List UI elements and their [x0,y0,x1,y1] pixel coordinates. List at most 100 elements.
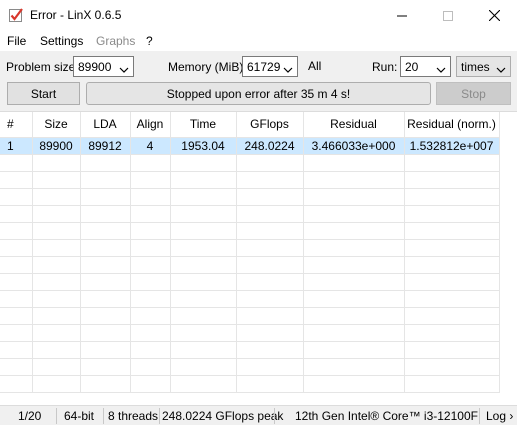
empty-table-cell [404,256,500,274]
empty-table-cell [404,239,500,257]
empty-table-row [0,324,500,342]
column-header[interactable]: GFlops [236,112,304,138]
empty-table-cell [32,341,81,359]
title-bar[interactable]: Error - LinX 0.6.5 [0,0,517,31]
empty-table-cell [303,222,405,240]
empty-table-cell [80,154,131,172]
empty-table-cell [236,222,304,240]
empty-table-cell [80,188,131,206]
empty-table-cell [130,290,171,308]
column-header[interactable]: Align [130,112,171,138]
empty-table-cell [80,171,131,189]
empty-table-row [0,222,500,240]
empty-table-cell [170,324,237,342]
empty-table-cell [32,273,81,291]
menu-settings[interactable]: Settings [40,34,83,48]
empty-table-cell [0,205,33,223]
empty-table-cell [0,239,33,257]
stop-button[interactable]: Stop [436,82,511,105]
empty-table-cell [32,375,81,393]
empty-table-cell [32,358,81,376]
empty-table-cell [0,290,33,308]
arch-info: 64-bit [64,409,95,423]
close-button[interactable] [471,0,517,31]
empty-table-row [0,154,500,172]
empty-table-cell [80,324,131,342]
empty-table-cell [404,324,500,342]
column-header[interactable]: LDA [80,112,131,138]
menu-file[interactable]: File [7,34,26,48]
close-icon [488,10,500,21]
start-button[interactable]: Start [7,82,80,105]
divider [274,408,275,424]
divider [103,408,104,424]
run-count-select[interactable]: 20 [400,56,451,77]
empty-table-cell [170,290,237,308]
empty-table-row [0,358,500,376]
empty-table-cell [80,205,131,223]
empty-table-cell [130,256,171,274]
empty-table-cell [404,222,500,240]
empty-table-cell [404,188,500,206]
empty-table-cell [130,205,171,223]
maximize-button[interactable] [425,0,471,31]
table-row[interactable]: 1 89900 89912 4 1953.04 248.0224 3.46603… [0,137,500,155]
problem-size-value: 89900 [78,60,112,74]
control-panel: Problem size: 89900 Memory (MiB): 61729 … [0,51,517,111]
empty-table-cell [303,307,405,325]
empty-table-row [0,341,500,359]
problem-size-select[interactable]: 89900 [73,56,134,77]
minimize-button[interactable] [379,0,425,31]
column-header[interactable]: Residual [303,112,405,138]
empty-table-cell [236,239,304,257]
empty-table-cell [404,290,500,308]
all-label[interactable]: All [308,59,321,73]
column-header[interactable]: Residual (norm.) [404,112,500,138]
empty-table-cell [236,375,304,393]
table-cell: 89900 [32,137,81,155]
empty-table-cell [303,375,405,393]
empty-table-cell [130,324,171,342]
column-header[interactable]: # [0,112,33,138]
empty-table-cell [80,375,131,393]
results-table[interactable]: # Size LDA Align Time GFlops Residual Re… [0,111,517,405]
empty-table-cell [236,358,304,376]
column-header[interactable]: Size [32,112,81,138]
empty-table-cell [0,273,33,291]
empty-table-row [0,188,500,206]
empty-table-cell [404,341,500,359]
empty-table-cell [80,341,131,359]
empty-table-cell [80,273,131,291]
empty-table-cell [0,341,33,359]
stop-button-label: Stop [461,86,486,101]
column-header[interactable]: Time [170,112,237,138]
run-progress: 1/20 [18,409,42,423]
empty-table-cell [303,341,405,359]
empty-table-cell [170,154,237,172]
empty-table-cell [170,205,237,223]
table-cell: 89912 [80,137,131,155]
divider [159,408,160,424]
menu-help[interactable]: ? [146,34,153,48]
empty-table-cell [404,154,500,172]
run-unit-select[interactable]: times [456,56,511,77]
empty-table-cell [130,154,171,172]
empty-table-cell [404,307,500,325]
log-button[interactable]: Log › [486,409,513,423]
empty-table-row [0,239,500,257]
divider [479,408,480,424]
status-message: Stopped upon error after 35 m 4 s! [86,82,431,105]
empty-table-cell [303,273,405,291]
run-count-value: 20 [405,60,419,74]
empty-table-cell [0,375,33,393]
minimize-icon [397,11,407,21]
divider [56,408,57,424]
empty-table-cell [130,375,171,393]
empty-table-cell [303,324,405,342]
empty-table-cell [236,341,304,359]
chevron-down-icon [119,63,129,77]
menu-graphs[interactable]: Graphs [96,34,135,48]
empty-table-cell [236,171,304,189]
memory-select[interactable]: 61729 [242,56,298,77]
empty-table-cell [0,256,33,274]
